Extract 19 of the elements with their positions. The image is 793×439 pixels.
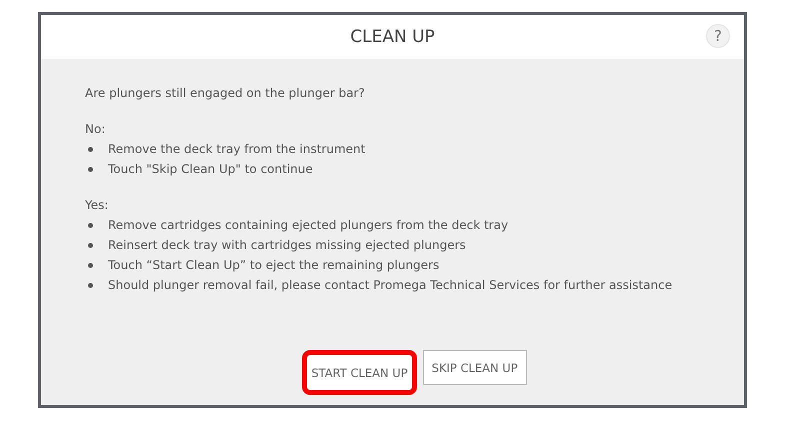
start-button[interactable]: START CLEAN UP <box>302 350 417 395</box>
instruction-text: Remove cartridges containing ejected plungers from the deck tray <box>108 217 508 234</box>
dialog-title: CLEAN UP <box>350 27 435 47</box>
bullet-icon <box>88 167 93 172</box>
instruction-text: Touch “Start Clean Up” to eject the remaining plungers <box>108 257 440 274</box>
bullet-icon <box>88 263 93 268</box>
instruction-text: Remove the deck tray from the instrument <box>108 141 366 158</box>
instruction-text: Reinsert deck tray with cartridges missing ejected plungers <box>108 237 466 254</box>
bullet-icon <box>88 223 93 228</box>
help-button[interactable]: ? <box>706 24 730 48</box>
bullet-icon <box>88 243 93 248</box>
instruction-text: Touch "Skip Clean Up" to continue <box>108 161 313 178</box>
section-heading: No: <box>85 121 106 138</box>
instruction-text: Should plunger removal fail, please contact Promega Technical Services for further assistance <box>108 277 672 294</box>
section-heading: Yes: <box>85 197 110 214</box>
skip-button[interactable]: SKIP CLEAN UP <box>422 350 527 385</box>
bullet-icon <box>88 147 93 152</box>
bullet-icon <box>88 283 93 288</box>
question-text: Are plungers still engaged on the plunger bar? <box>85 85 366 102</box>
